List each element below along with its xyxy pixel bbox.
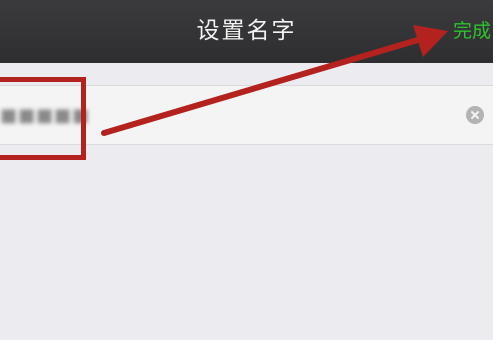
- page-title: 设置名字: [196, 18, 297, 44]
- navigation-bar: 设置名字 完成: [0, 0, 493, 63]
- name-field[interactable]: [0, 86, 450, 144]
- done-button[interactable]: 完成: [453, 0, 493, 63]
- clear-circle-icon[interactable]: [466, 106, 484, 124]
- name-input-row: [0, 85, 493, 145]
